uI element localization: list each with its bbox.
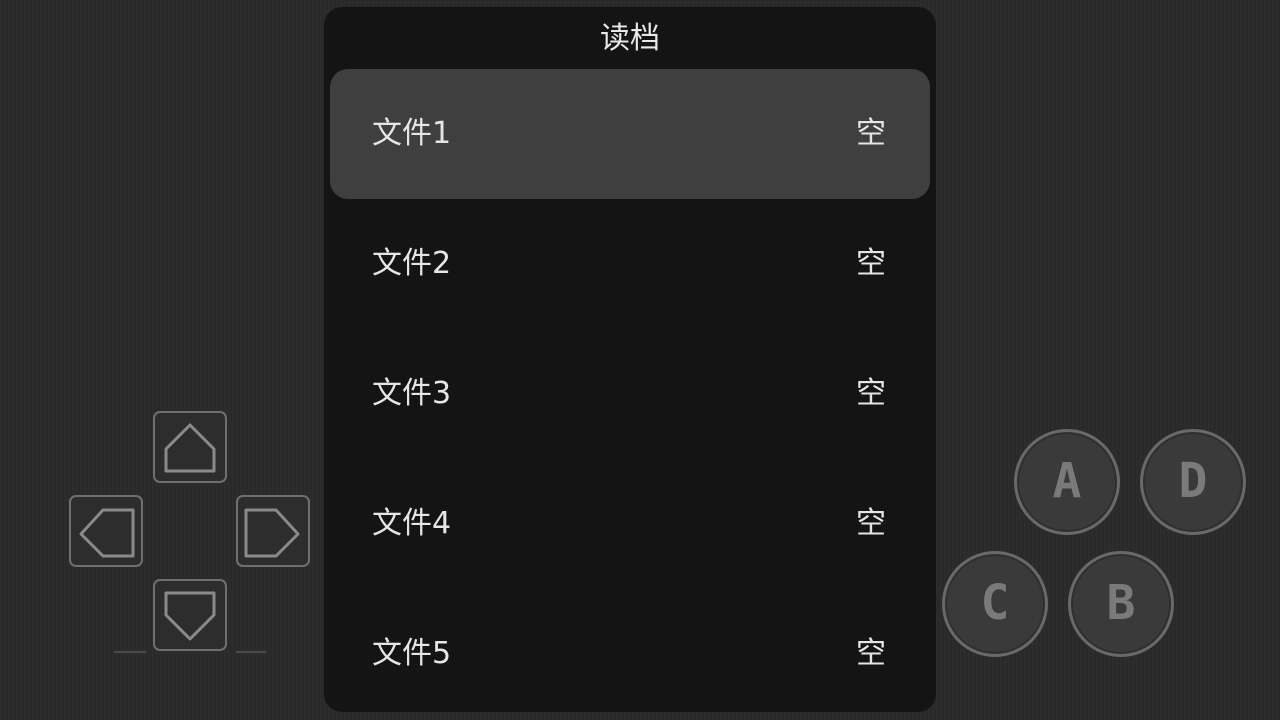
slot-status: 空 — [856, 636, 886, 671]
slot-status: 空 — [856, 506, 886, 541]
b-button[interactable]: B — [1068, 551, 1174, 657]
a-button[interactable]: A — [1014, 429, 1120, 535]
slot-status: 空 — [856, 246, 886, 281]
left-arrow-icon — [79, 508, 135, 558]
panel-title: 读档 — [600, 21, 660, 56]
slot-status: 空 — [856, 376, 886, 411]
slot-status: 空 — [856, 116, 886, 151]
dpad-down-button[interactable] — [153, 579, 227, 651]
dpad-right-button[interactable] — [236, 495, 310, 567]
dpad-up-button[interactable] — [153, 411, 227, 483]
dpad-left-button[interactable] — [69, 495, 143, 567]
slot-name: 文件3 — [372, 376, 452, 411]
load-game-panel: 读档 文件1 空 文件2 空 文件3 空 文件4 空 文件5 空 — [324, 7, 936, 712]
c-button[interactable]: C — [942, 551, 1048, 657]
dpad-edge — [114, 651, 146, 653]
save-slot-2[interactable]: 文件2 空 — [330, 199, 930, 329]
right-arrow-icon — [244, 508, 300, 558]
save-slot-3[interactable]: 文件3 空 — [330, 329, 930, 459]
dpad-edge — [236, 651, 266, 653]
save-slot-5[interactable]: 文件5 空 — [330, 589, 930, 719]
d-button[interactable]: D — [1140, 429, 1246, 535]
slot-name: 文件1 — [372, 116, 452, 151]
save-slot-1[interactable]: 文件1 空 — [330, 69, 930, 199]
down-arrow-icon — [164, 591, 216, 641]
up-arrow-icon — [164, 423, 216, 473]
slot-name: 文件4 — [372, 506, 452, 541]
save-slot-4[interactable]: 文件4 空 — [330, 459, 930, 589]
slot-name: 文件5 — [372, 636, 452, 671]
slot-name: 文件2 — [372, 246, 452, 281]
